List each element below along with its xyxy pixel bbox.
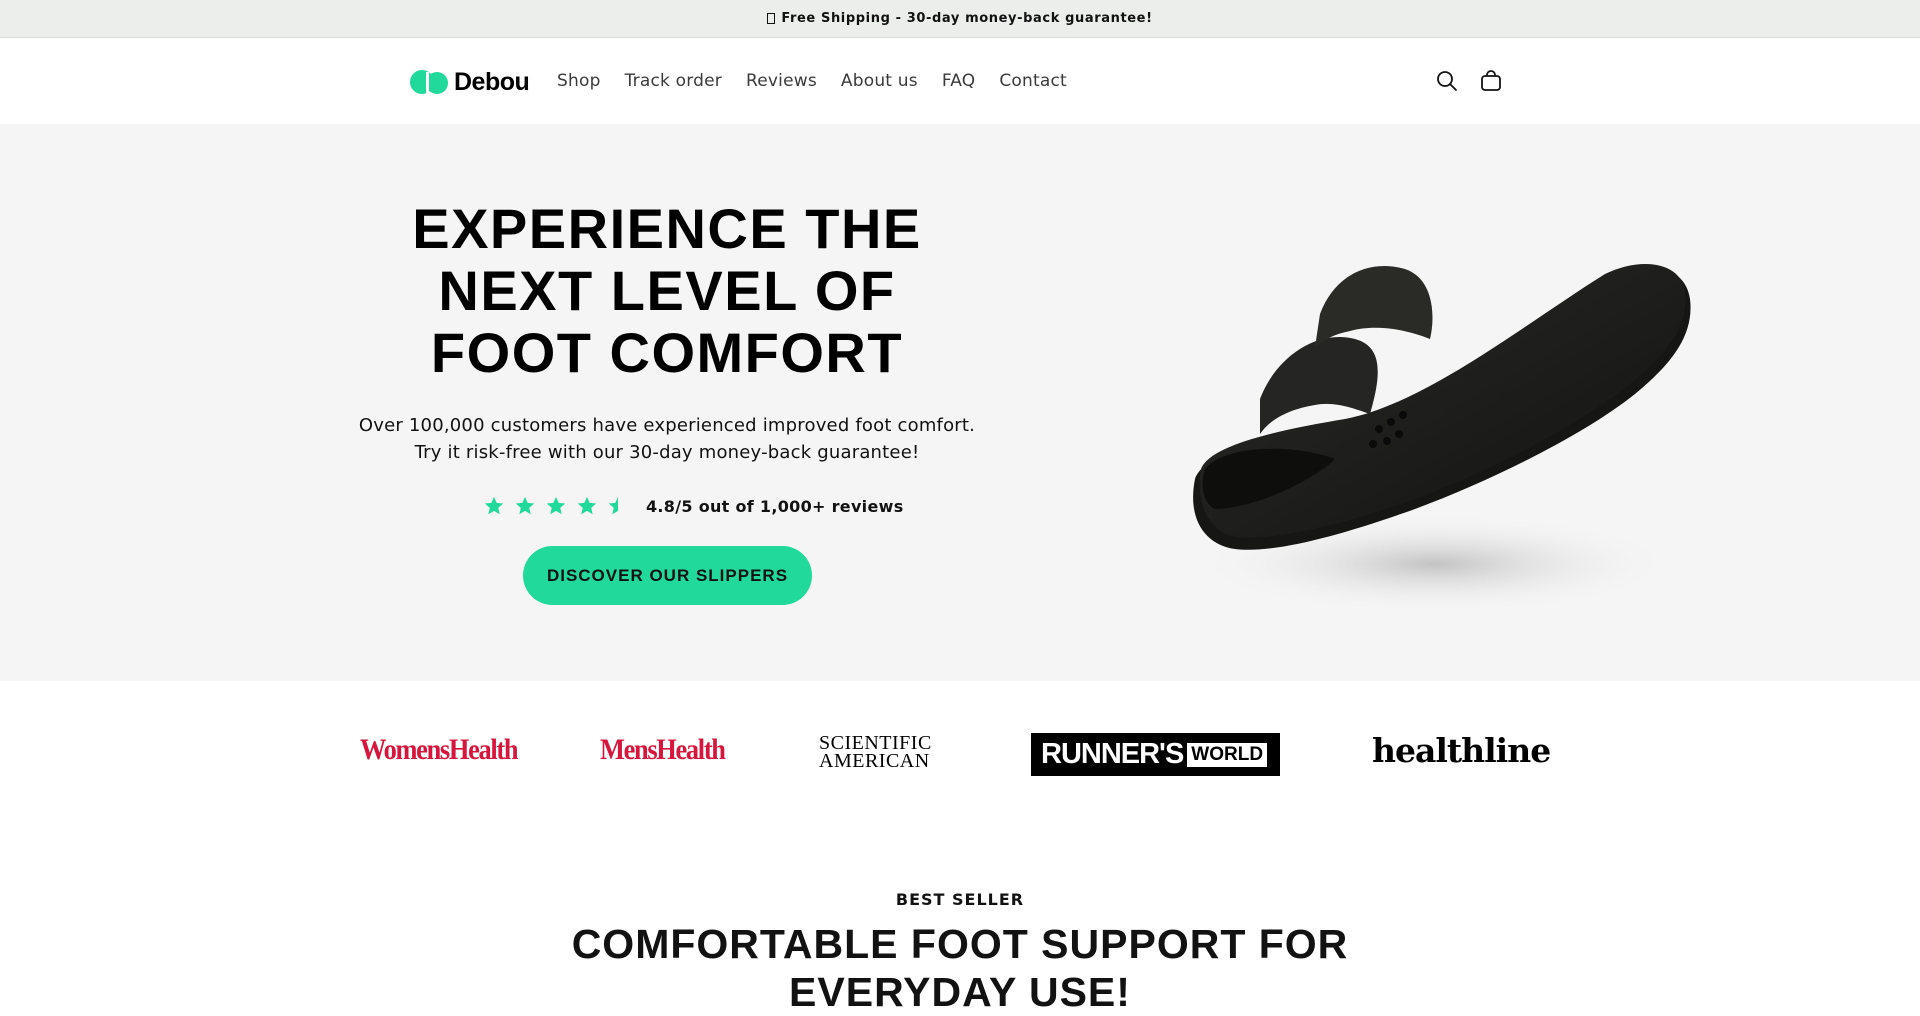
scientific-american-logo: SCIENTIFIC AMERICAN xyxy=(819,732,932,772)
discover-slippers-button[interactable]: DISCOVER OUR SLIPPERS xyxy=(523,546,812,605)
nav-reviews[interactable]: Reviews xyxy=(746,71,817,91)
half-star-icon xyxy=(604,493,632,519)
site-header: Debou Shop Track order Reviews About us … xyxy=(0,39,1920,124)
nav-contact[interactable]: Contact xyxy=(999,71,1067,91)
announcement-text: Free Shipping - 30-day money-back guaran… xyxy=(781,11,1153,26)
womens-health-logo: WomensHealth xyxy=(360,733,519,766)
healthline-logo: healthline xyxy=(1372,731,1551,770)
bestseller-eyebrow: BEST SELLER xyxy=(895,890,1025,909)
nav-about-us[interactable]: About us xyxy=(841,71,918,91)
star-rating xyxy=(480,493,632,519)
logo-icon xyxy=(410,69,450,95)
cart-icon[interactable] xyxy=(1478,68,1504,94)
star-icon xyxy=(573,493,601,519)
nav-faq[interactable]: FAQ xyxy=(942,71,976,91)
rating-text: 4.8/5 out of 1,000+ reviews xyxy=(646,496,904,516)
star-icon xyxy=(511,493,539,519)
hero-section: EXPERIENCE THE NEXT LEVEL OF FOOT COMFOR… xyxy=(0,124,1920,681)
announcement-icon xyxy=(767,13,776,24)
nav-shop[interactable]: Shop xyxy=(557,71,601,91)
runners-world-logo: RUNNER'S WORLD xyxy=(1031,733,1280,776)
logo-text: Debou xyxy=(454,67,530,96)
star-icon xyxy=(542,493,570,519)
bestseller-title: COMFORTABLE FOOT SUPPORT FOR EVERYDAY US… xyxy=(571,921,1349,1015)
slipper-image xyxy=(1193,263,1691,614)
search-icon[interactable] xyxy=(1434,68,1460,94)
main-nav: Shop Track order Reviews About us FAQ Co… xyxy=(557,71,1091,91)
press-logos: WomensHealth MensHealth SCIENTIFIC AMERI… xyxy=(0,681,1920,831)
hero-title: EXPERIENCE THE NEXT LEVEL OF FOOT COMFOR… xyxy=(412,197,922,384)
nav-track-order[interactable]: Track order xyxy=(625,71,722,91)
star-icon xyxy=(480,493,508,519)
mens-health-logo: MensHealth xyxy=(600,733,726,766)
announcement-bar: Free Shipping - 30-day money-back guaran… xyxy=(0,0,1920,38)
hero-subtitle: Over 100,000 customers have experienced … xyxy=(358,415,976,463)
rating: 4.8/5 out of 1,000+ reviews xyxy=(480,493,904,519)
logo[interactable]: Debou xyxy=(410,67,530,96)
